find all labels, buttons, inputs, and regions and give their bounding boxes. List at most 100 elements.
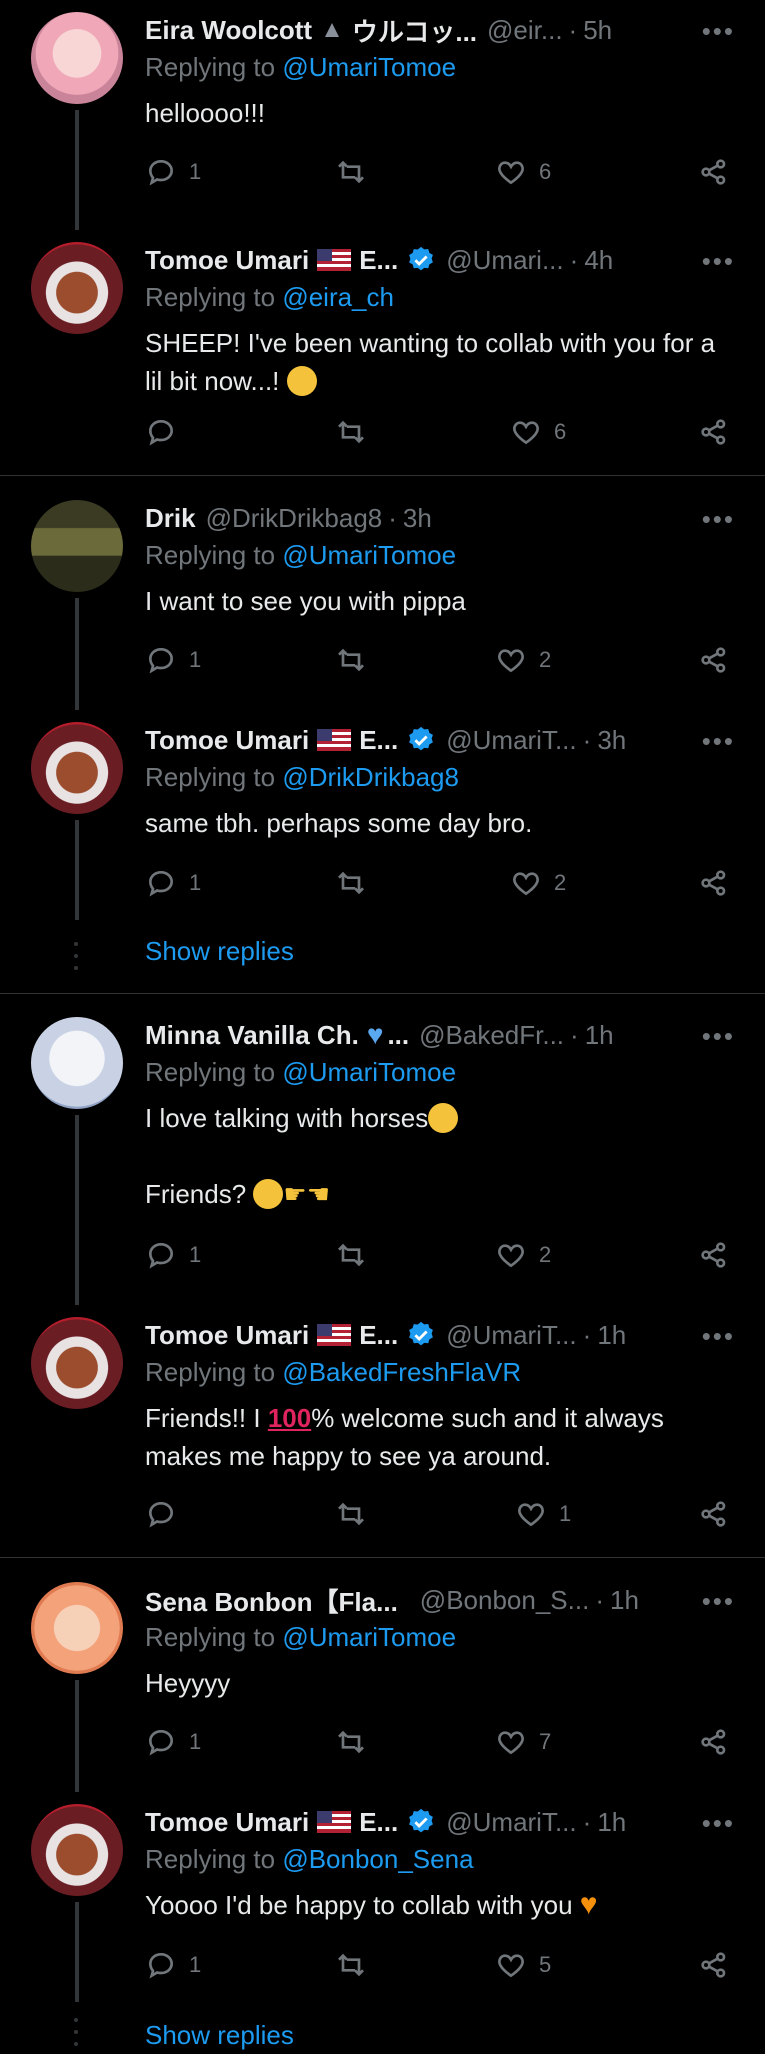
retweet-button[interactable] [335, 156, 495, 188]
timestamp[interactable]: 1h [597, 1807, 626, 1838]
replying-to-label: Replying to [145, 1844, 276, 1874]
more-icon[interactable]: ••• [702, 1586, 735, 1617]
reply-to-handle[interactable]: @Bonbon_Sena [282, 1844, 473, 1874]
reply-to-handle[interactable]: @UmariTomoe [282, 1622, 456, 1652]
timestamp[interactable]: 3h [403, 503, 432, 534]
more-icon[interactable]: ••• [702, 1808, 735, 1839]
display-name[interactable]: Tomoe Umari [145, 1807, 309, 1838]
tweet-text: SHEEP! I've been wanting to collab with … [145, 324, 730, 400]
avatar[interactable] [31, 1017, 123, 1109]
like-button[interactable]: 5 [495, 1949, 670, 1981]
handle[interactable]: @eir... [487, 15, 563, 46]
reply-button[interactable] [145, 1498, 335, 1530]
like-button[interactable]: 2 [510, 867, 685, 899]
separator-dot: · [568, 14, 578, 45]
reply-button[interactable]: 1 [145, 644, 335, 676]
tweet[interactable]: Minna Vanilla Ch. ♥ ... @BakedFr... · 1h… [0, 1005, 765, 1305]
display-name[interactable]: Tomoe Umari [145, 245, 309, 276]
retweet-button[interactable] [335, 1726, 495, 1758]
tweet-header: Tomoe Umari E... @Umari... · 4h ••• [145, 240, 735, 280]
handle[interactable]: @Bonbon_S... [420, 1585, 590, 1616]
timestamp[interactable]: 1h [610, 1585, 639, 1616]
reply-to-handle[interactable]: @UmariTomoe [282, 540, 456, 570]
retweet-button[interactable] [335, 1239, 495, 1271]
like-button[interactable]: 6 [495, 156, 670, 188]
separator-dot: · [582, 724, 592, 755]
reply-button[interactable]: 1 [145, 1726, 335, 1758]
reply-button[interactable] [145, 416, 335, 448]
share-button[interactable] [698, 644, 730, 676]
share-button[interactable] [698, 1726, 730, 1758]
tweet[interactable]: Sena Bonbon【Fla... @Bonbon_S... · 1h •••… [0, 1570, 765, 1792]
handle[interactable]: @UmariT... [446, 1807, 576, 1838]
retweet-button[interactable] [335, 416, 510, 448]
retweet-button[interactable] [335, 644, 495, 676]
tweet[interactable]: Tomoe Umari E... @UmariT... · 3h ••• Rep… [0, 710, 765, 970]
tweet[interactable]: Tomoe Umari E... @UmariT... · 1h ••• Rep… [0, 1305, 765, 1557]
display-name[interactable]: Eira Woolcott [145, 15, 312, 46]
display-name[interactable]: Drik [145, 503, 196, 534]
like-button[interactable]: 7 [495, 1726, 670, 1758]
avatar[interactable] [31, 12, 123, 104]
share-button[interactable] [698, 1498, 730, 1530]
more-icon[interactable]: ••• [702, 726, 735, 757]
like-count: 6 [554, 419, 567, 444]
avatar[interactable] [31, 1317, 123, 1409]
show-replies-link[interactable]: Show replies [145, 2020, 294, 2051]
reply-button[interactable]: 1 [145, 1239, 335, 1271]
share-button[interactable] [698, 1239, 730, 1271]
display-name[interactable]: Tomoe Umari [145, 725, 309, 756]
share-button[interactable] [698, 867, 730, 899]
handle[interactable]: @DrikDrikbag8 [206, 503, 383, 534]
tweet[interactable]: Eira Woolcott ▲ ウルコッ... @eir... · 5h •••… [0, 0, 765, 230]
timestamp[interactable]: 4h [584, 245, 613, 276]
more-icon[interactable]: ••• [702, 246, 735, 277]
show-replies-link[interactable]: Show replies [145, 936, 294, 967]
share-button[interactable] [698, 156, 730, 188]
timestamp[interactable]: 5h [583, 15, 612, 46]
tweet[interactable]: Tomoe Umari E... @Umari... · 4h ••• Repl… [0, 230, 765, 475]
handle[interactable]: @UmariT... [446, 1320, 576, 1351]
reply-to-handle[interactable]: @DrikDrikbag8 [282, 762, 459, 792]
timestamp[interactable]: 1h [585, 1020, 614, 1051]
handle[interactable]: @UmariT... [446, 725, 576, 756]
more-icon[interactable]: ••• [702, 504, 735, 535]
avatar[interactable] [31, 1804, 123, 1896]
divider [0, 993, 765, 994]
like-button[interactable]: 2 [495, 1239, 670, 1271]
retweet-button[interactable] [335, 1498, 515, 1530]
timestamp[interactable]: 1h [597, 1320, 626, 1351]
tweet[interactable]: Drik @DrikDrikbag8 · 3h ••• Replying to … [0, 488, 765, 710]
display-name[interactable]: Sena Bonbon【Fla... [145, 1582, 398, 1619]
avatar[interactable] [31, 1582, 123, 1674]
avatar[interactable] [31, 722, 123, 814]
replying-to: Replying to @UmariTomoe [145, 1622, 456, 1653]
replying-to-label: Replying to [145, 1357, 276, 1387]
reply-to-handle[interactable]: @UmariTomoe [282, 52, 456, 82]
retweet-button[interactable] [335, 867, 510, 899]
display-name[interactable]: Tomoe Umari [145, 1320, 309, 1351]
reply-button[interactable]: 1 [145, 156, 335, 188]
reply-to-handle[interactable]: @eira_ch [282, 282, 394, 312]
avatar[interactable] [31, 242, 123, 334]
more-icon[interactable]: ••• [702, 16, 735, 47]
handle[interactable]: @BakedFr... [419, 1020, 564, 1051]
display-name[interactable]: Minna Vanilla Ch. [145, 1020, 359, 1051]
reply-button[interactable]: 1 [145, 867, 335, 899]
share-button[interactable] [698, 1949, 730, 1981]
retweet-button[interactable] [335, 1949, 495, 1981]
handle[interactable]: @Umari... [446, 245, 563, 276]
avatar[interactable] [31, 500, 123, 592]
reply-button[interactable]: 1 [145, 1949, 335, 1981]
more-icon[interactable]: ••• [702, 1021, 735, 1052]
reply-to-handle[interactable]: @BakedFreshFlaVR [282, 1357, 521, 1387]
like-button[interactable]: 1 [515, 1498, 690, 1530]
like-count: 1 [559, 1501, 572, 1526]
timestamp[interactable]: 3h [597, 725, 626, 756]
like-button[interactable]: 6 [510, 416, 685, 448]
like-button[interactable]: 2 [495, 644, 670, 676]
reply-to-handle[interactable]: @UmariTomoe [282, 1057, 456, 1087]
tweet[interactable]: Tomoe Umari E... @UmariT... · 1h ••• Rep… [0, 1792, 765, 2051]
more-icon[interactable]: ••• [702, 1321, 735, 1352]
share-button[interactable] [698, 416, 730, 448]
